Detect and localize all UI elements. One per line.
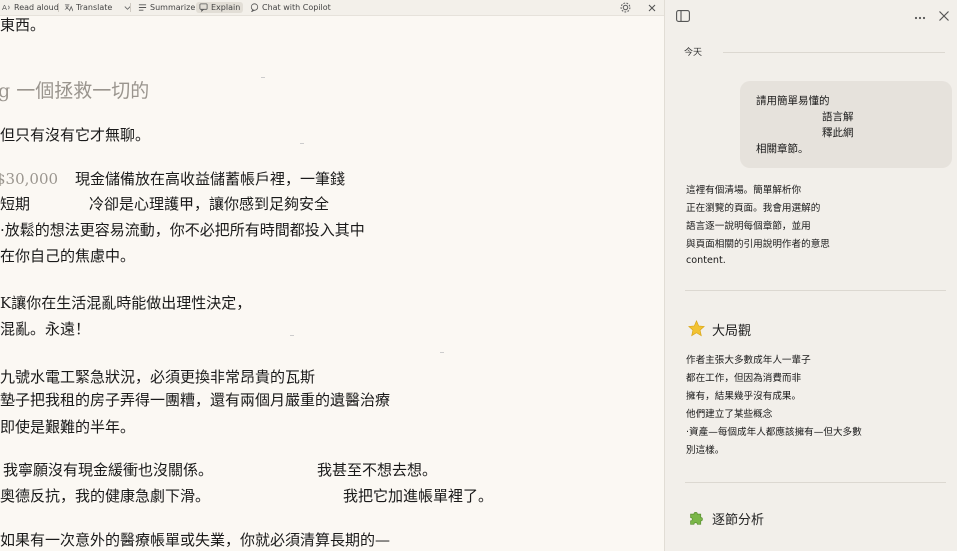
read-aloud-icon: A	[2, 3, 10, 12]
star-icon	[688, 319, 705, 341]
close-panel-button[interactable]	[938, 7, 950, 26]
translate-icon	[64, 4, 73, 12]
article-line: $30,000	[0, 170, 59, 188]
article-line: 我甚至不想去想。	[317, 461, 438, 479]
article-line: 現金儲備放在高收益儲蓄帳戶裡，一筆錢	[75, 170, 346, 188]
article-line: 混亂。永遠！	[0, 320, 91, 338]
article-line: 墊子把我租的房子弄得一團糟，還有兩個月嚴重的遺醫治療	[0, 391, 391, 409]
sidebar-toggle-button[interactable]	[676, 7, 690, 26]
summary-line: 別這樣。	[686, 445, 725, 456]
sidebar-toggle-icon	[676, 10, 690, 22]
decorative-mark	[290, 335, 294, 336]
reader-toolbar: A Read aloud Translate Summarize Explain…	[0, 0, 664, 16]
summary-line: 他們建立了某些概念	[686, 409, 773, 420]
settings-button[interactable]	[620, 2, 631, 13]
reply-line: 與頁面相關的引用說明作者的意思	[686, 239, 830, 250]
translate-button[interactable]: Translate	[64, 2, 132, 13]
section-separator	[685, 290, 946, 291]
explain-label: Explain	[211, 3, 241, 12]
gear-icon	[620, 2, 631, 13]
translate-label: Translate	[76, 3, 113, 12]
big-picture-title: 大局觀	[712, 324, 752, 339]
user-message-line: 語言解	[822, 111, 854, 123]
summary-line: 作者主張大多數成年人一輩子	[686, 355, 811, 366]
close-icon	[939, 11, 949, 21]
user-message-bubble: 請用簡單易懂的 語言解 釋此網 相關章節。	[740, 81, 952, 168]
puzzle-icon	[688, 509, 705, 530]
article-line: 即使是艱難的半年。	[0, 418, 136, 436]
summarize-button[interactable]: Summarize	[138, 2, 195, 13]
article-reader: 東西。 g 一個拯救一切的 但只有沒有它才無聊。 $30,000 現金儲備放在高…	[0, 16, 664, 551]
article-line: 如果有一次意外的醫療帳單或失業，你就必須清算長期的—	[0, 531, 391, 549]
chat-label: Chat with Copilot	[262, 3, 331, 12]
summary-line: 都在工作，但因為消費而非	[686, 373, 802, 384]
article-line: 冷卻是心理護甲，讓你感到足夠安全	[89, 195, 330, 213]
article-line: K讓你在生活混亂時能做出理性決定，	[0, 294, 252, 312]
article-line: 奧德反抗，我的健康急劇下滑。	[0, 487, 211, 505]
reply-line: 正在瀏覽的頁面。我會用選解的	[686, 203, 821, 214]
summarize-icon	[138, 4, 147, 11]
article-line: 東西。	[0, 16, 46, 34]
article-line: 在你自己的焦慮中。	[0, 247, 136, 265]
article-line: 短期	[0, 195, 31, 213]
reply-line: 這裡有個清場。簡單解析你	[686, 185, 802, 196]
article-line: 我把它加進帳單裡了。	[343, 487, 494, 505]
summarize-label: Summarize	[150, 3, 196, 12]
summary-line: 擁有，結果幾乎沒有成果。	[686, 391, 802, 402]
explain-icon	[199, 3, 208, 12]
user-message-line: 請用簡單易懂的	[756, 95, 830, 107]
copilot-panel: 今天 請用簡單易懂的 語言解 釋此網 相關章節。 這裡有個清場。簡單解析你 正在…	[665, 0, 957, 551]
close-reader-button[interactable]	[647, 2, 657, 13]
read-aloud-label: Read aloud	[14, 3, 59, 12]
reply-line: content.	[686, 255, 726, 266]
toolbar-separator	[58, 3, 59, 12]
article-line: 但只有沒有它才無聊。	[0, 126, 151, 144]
article-line: 我寧願沒有現金緩衝也沒關係。	[3, 461, 214, 479]
user-message-line: 釋此網	[822, 127, 854, 139]
more-icon	[914, 16, 926, 20]
close-icon	[648, 4, 656, 11]
section-separator	[685, 482, 946, 483]
article-line: ·放鬆的想法更容易流動，你不必把所有時間都投入其中	[0, 221, 365, 239]
date-divider-line	[723, 52, 945, 53]
more-options-button[interactable]	[914, 8, 926, 27]
date-divider-label: 今天	[684, 48, 703, 58]
section-breakdown-title: 逐節分析	[712, 513, 765, 528]
svg-text:A: A	[2, 3, 7, 12]
article-heading: g 一個拯救一切的	[0, 80, 150, 102]
reply-line: 語言逐一說明每個章節，並用	[686, 221, 811, 232]
read-aloud-button[interactable]: A Read aloud	[2, 2, 59, 13]
decorative-mark	[261, 77, 265, 78]
chat-icon	[250, 3, 259, 12]
summary-line: ·資產—每個成年人都應該擁有—但大多數	[686, 427, 862, 438]
decorative-mark	[440, 352, 444, 353]
toolbar-separator	[130, 3, 131, 12]
chat-with-copilot-button[interactable]: Chat with Copilot	[250, 2, 331, 13]
explain-button[interactable]: Explain	[196, 2, 244, 13]
user-message-line: 相關章節。	[756, 143, 809, 155]
decorative-mark	[300, 143, 304, 144]
article-line: 九號水電工緊急狀況，必須更換非常昂貴的瓦斯	[0, 368, 316, 386]
